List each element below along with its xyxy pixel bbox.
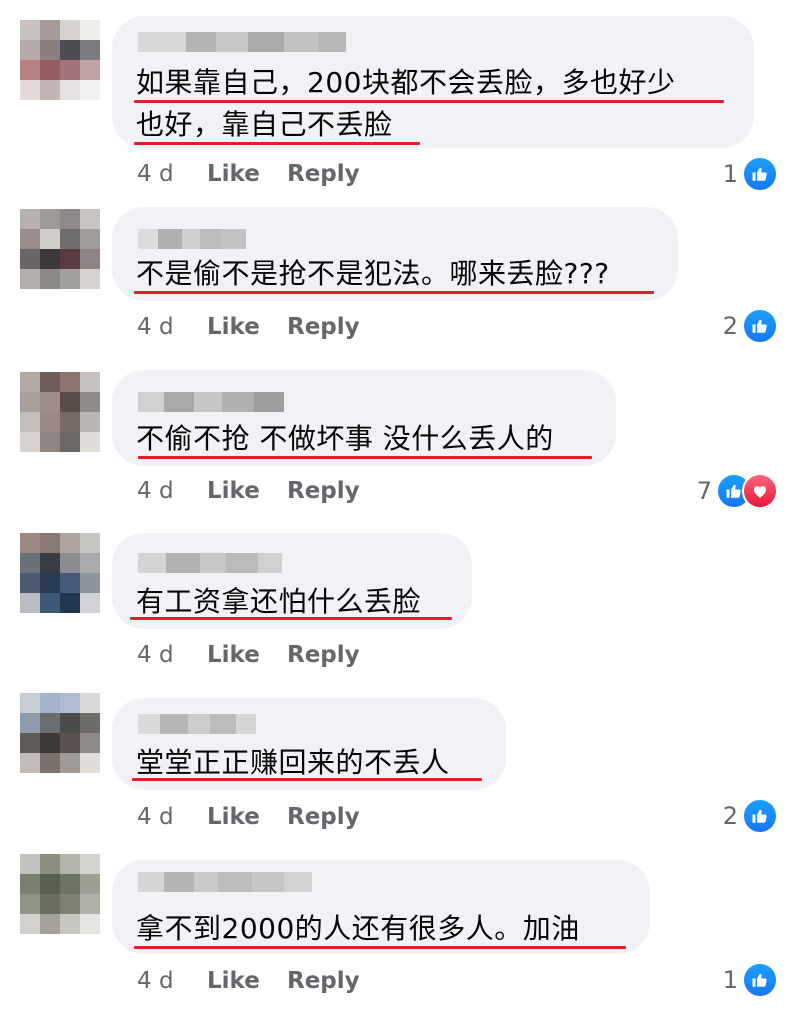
red-underline: [134, 142, 420, 145]
red-underline: [132, 778, 482, 781]
red-underline: [134, 100, 724, 103]
author-name-blurred[interactable]: [138, 229, 246, 249]
comment-bubble: 堂堂正正赚回来的不丢人: [112, 698, 506, 790]
like-button[interactable]: Like: [207, 478, 287, 504]
reaction-count: 1: [722, 966, 738, 994]
comment-bubble: 有工资拿还怕什么丢脸: [112, 533, 472, 629]
reaction-summary[interactable]: 2: [723, 798, 778, 834]
reply-button[interactable]: Reply: [287, 314, 360, 340]
author-name-blurred[interactable]: [138, 872, 312, 892]
thumbs-up-icon: [742, 156, 778, 192]
red-underline: [138, 456, 592, 459]
comment-bubble: 如果靠自己，200块都不会丢脸，多也好少 也好，靠自己不丢脸: [112, 16, 754, 148]
comment-actions: 4 d Like Reply: [137, 159, 360, 189]
reaction-count: 7: [696, 477, 712, 505]
author-name-blurred[interactable]: [138, 714, 256, 734]
reply-button[interactable]: Reply: [287, 804, 360, 830]
red-underline: [134, 291, 654, 294]
comment-age: 4 d: [137, 161, 174, 187]
reply-button[interactable]: Reply: [287, 161, 360, 187]
reaction-summary[interactable]: 1: [723, 156, 778, 192]
like-button[interactable]: Like: [207, 314, 287, 340]
comment-age: 4 d: [137, 642, 174, 668]
comment-bubble: 不偷不抢 不做坏事 没什么丢人的: [112, 370, 616, 466]
avatar[interactable]: [20, 533, 100, 613]
author-name-blurred[interactable]: [138, 392, 284, 412]
comment-age: 4 d: [137, 314, 174, 340]
comment-text-line: 不是偷不是抢不是犯法。哪来丢脸???: [136, 257, 610, 290]
like-button[interactable]: Like: [207, 968, 287, 994]
comment-text-line: 也好，靠自己不丢脸: [136, 108, 393, 141]
reaction-summary[interactable]: 7: [697, 473, 778, 509]
avatar[interactable]: [20, 209, 100, 289]
comment-age: 4 d: [137, 804, 174, 830]
reply-button[interactable]: Reply: [287, 968, 360, 994]
avatar[interactable]: [20, 693, 100, 773]
comment-text-line: 不偷不抢 不做坏事 没什么丢人的: [136, 422, 554, 455]
thumbs-up-icon: [742, 962, 778, 998]
comment-age: 4 d: [137, 478, 174, 504]
author-name-blurred[interactable]: [138, 32, 346, 52]
thumbs-up-icon: [742, 798, 778, 834]
reaction-count: 2: [722, 802, 738, 830]
like-button[interactable]: Like: [207, 642, 287, 668]
comment-text-line: 拿不到2000的人还有很多人。加油: [136, 912, 580, 945]
reaction-count: 2: [722, 312, 738, 340]
reply-button[interactable]: Reply: [287, 642, 360, 668]
like-button[interactable]: Like: [207, 804, 287, 830]
author-name-blurred[interactable]: [138, 553, 282, 573]
avatar[interactable]: [20, 372, 100, 452]
comment-actions: 4 d Like Reply: [137, 476, 360, 506]
comment-actions: 4 d Like Reply: [137, 802, 360, 832]
reaction-count: 1: [722, 160, 738, 188]
heart-icon: [742, 473, 778, 509]
avatar[interactable]: [20, 854, 100, 934]
red-underline: [134, 946, 626, 949]
comment-actions: 4 d Like Reply: [137, 312, 360, 342]
comment-bubble: 拿不到2000的人还有很多人。加油: [112, 860, 650, 954]
red-underline: [130, 617, 452, 620]
comment-bubble: 不是偷不是抢不是犯法。哪来丢脸???: [112, 207, 678, 301]
comment-age: 4 d: [137, 968, 174, 994]
reaction-summary[interactable]: 1: [723, 962, 778, 998]
reply-button[interactable]: Reply: [287, 478, 360, 504]
comment-text-line: 如果靠自己，200块都不会丢脸，多也好少: [136, 66, 676, 99]
reaction-summary[interactable]: 2: [723, 308, 778, 344]
comment-actions: 4 d Like Reply: [137, 640, 360, 670]
avatar[interactable]: [20, 20, 100, 100]
thumbs-up-icon: [742, 308, 778, 344]
like-button[interactable]: Like: [207, 161, 287, 187]
comment-actions: 4 d Like Reply: [137, 966, 360, 996]
